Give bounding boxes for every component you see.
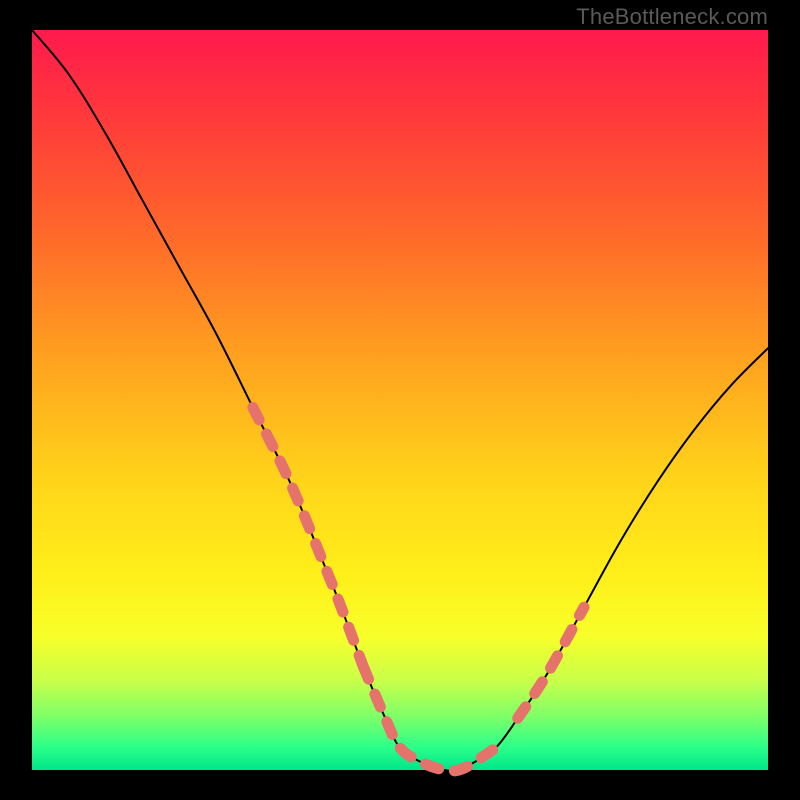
highlight-segment-1 [363, 666, 495, 771]
bottleneck-curve-chart [0, 0, 800, 800]
chart-frame: TheBottleneck.com [0, 0, 800, 800]
highlight-dashes [253, 407, 584, 771]
watermark-text: TheBottleneck.com [576, 4, 768, 30]
curve-line [32, 30, 768, 771]
highlight-segment-0 [253, 407, 363, 666]
